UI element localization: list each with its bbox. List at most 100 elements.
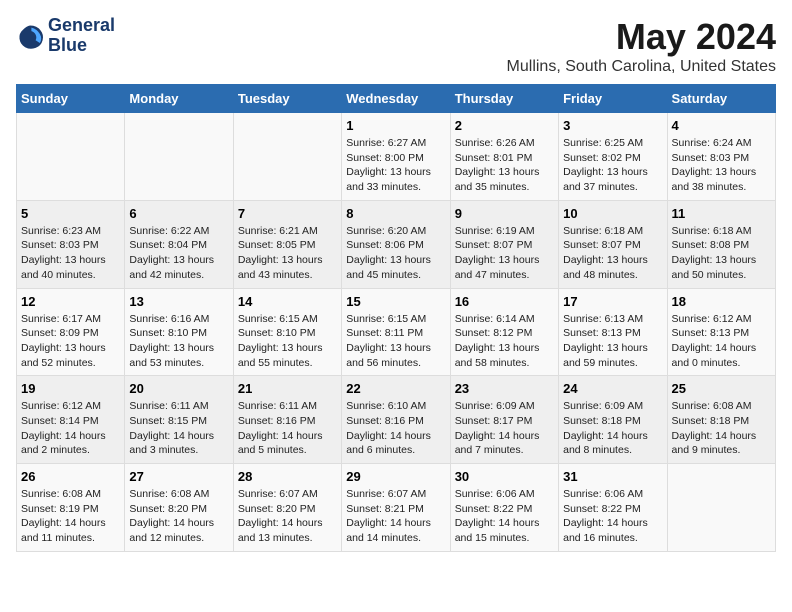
- day-info: Sunrise: 6:14 AM Sunset: 8:12 PM Dayligh…: [455, 312, 554, 371]
- calendar-cell: 24Sunrise: 6:09 AM Sunset: 8:18 PM Dayli…: [559, 376, 667, 464]
- day-number: 6: [129, 206, 228, 221]
- weekday-header-row: SundayMondayTuesdayWednesdayThursdayFrid…: [17, 85, 776, 113]
- day-info: Sunrise: 6:06 AM Sunset: 8:22 PM Dayligh…: [455, 487, 554, 546]
- logo-line2: Blue: [48, 36, 115, 56]
- day-info: Sunrise: 6:24 AM Sunset: 8:03 PM Dayligh…: [672, 136, 771, 195]
- page-header: General Blue May 2024 Mullins, South Car…: [16, 16, 776, 76]
- day-info: Sunrise: 6:08 AM Sunset: 8:19 PM Dayligh…: [21, 487, 120, 546]
- day-info: Sunrise: 6:10 AM Sunset: 8:16 PM Dayligh…: [346, 399, 445, 458]
- calendar-cell: 14 Sunrise: 6:15 AM Sunset: 8:10 PM Dayli…: [233, 288, 341, 376]
- day-info: Sunrise: 6:20 AM Sunset: 8:06 PM Dayligh…: [346, 224, 445, 283]
- calendar-cell: 1 Sunrise: 6:27 AM Sunset: 8:00 PM Daylig…: [342, 113, 450, 201]
- day-info: Sunrise: 6:25 AM Sunset: 8:02 PM Dayligh…: [563, 136, 662, 195]
- calendar-cell: 23 Sunrise: 6:09 AM Sunset: 8:17 PM Dayli…: [450, 376, 558, 464]
- calendar-cell: 6Sunrise: 6:22 AM Sunset: 8:04 PM Daylig…: [125, 200, 233, 288]
- logo: General Blue: [16, 16, 115, 56]
- calendar-cell: 5 Sunrise: 6:23 AM Sunset: 8:03 PM Daylig…: [17, 200, 125, 288]
- week-row-1: 1 Sunrise: 6:27 AM Sunset: 8:00 PM Daylig…: [17, 113, 776, 201]
- day-info: Sunrise: 6:23 AM Sunset: 8:03 PM Dayligh…: [21, 224, 120, 283]
- weekday-header-tuesday: Tuesday: [233, 85, 341, 113]
- day-number: 22: [346, 381, 445, 396]
- day-info: Sunrise: 6:08 AM Sunset: 8:20 PM Dayligh…: [129, 487, 228, 546]
- day-number: 13: [129, 294, 228, 309]
- calendar-cell: [125, 113, 233, 201]
- calendar-cell: 28 Sunrise: 6:07 AM Sunset: 8:20 PM Dayli…: [233, 464, 341, 552]
- day-info: Sunrise: 6:12 AM Sunset: 8:13 PM Dayligh…: [672, 312, 771, 371]
- day-info: Sunrise: 6:11 AM Sunset: 8:16 PM Dayligh…: [238, 399, 337, 458]
- calendar-cell: 9 Sunrise: 6:19 AM Sunset: 8:07 PM Daylig…: [450, 200, 558, 288]
- day-number: 10: [563, 206, 662, 221]
- day-number: 26: [21, 469, 120, 484]
- day-number: 18: [672, 294, 771, 309]
- calendar-table: SundayMondayTuesdayWednesdayThursdayFrid…: [16, 84, 776, 552]
- day-info: Sunrise: 6:09 AM Sunset: 8:17 PM Dayligh…: [455, 399, 554, 458]
- day-info: Sunrise: 6:16 AM Sunset: 8:10 PM Dayligh…: [129, 312, 228, 371]
- calendar-cell: 31 Sunrise: 6:06 AM Sunset: 8:22 PM Dayli…: [559, 464, 667, 552]
- day-number: 12: [21, 294, 120, 309]
- calendar-cell: 17 Sunrise: 6:13 AM Sunset: 8:13 PM Dayli…: [559, 288, 667, 376]
- weekday-header-monday: Monday: [125, 85, 233, 113]
- day-info: Sunrise: 6:18 AM Sunset: 8:08 PM Dayligh…: [672, 224, 771, 283]
- day-number: 25: [672, 381, 771, 396]
- day-number: 1: [346, 118, 445, 133]
- calendar-cell: 4 Sunrise: 6:24 AM Sunset: 8:03 PM Daylig…: [667, 113, 775, 201]
- day-info: Sunrise: 6:06 AM Sunset: 8:22 PM Dayligh…: [563, 487, 662, 546]
- day-number: 28: [238, 469, 337, 484]
- day-info: Sunrise: 6:07 AM Sunset: 8:20 PM Dayligh…: [238, 487, 337, 546]
- day-number: 23: [455, 381, 554, 396]
- day-number: 30: [455, 469, 554, 484]
- weekday-header-friday: Friday: [559, 85, 667, 113]
- day-info: Sunrise: 6:12 AM Sunset: 8:14 PM Dayligh…: [21, 399, 120, 458]
- logo-text: General Blue: [48, 16, 115, 56]
- day-number: 8: [346, 206, 445, 221]
- day-number: 17: [563, 294, 662, 309]
- calendar-cell: 18 Sunrise: 6:12 AM Sunset: 8:13 PM Dayli…: [667, 288, 775, 376]
- calendar-cell: [233, 113, 341, 201]
- calendar-cell: 22 Sunrise: 6:10 AM Sunset: 8:16 PM Dayli…: [342, 376, 450, 464]
- day-info: Sunrise: 6:08 AM Sunset: 8:18 PM Dayligh…: [672, 399, 771, 458]
- day-number: 15: [346, 294, 445, 309]
- day-number: 19: [21, 381, 120, 396]
- day-number: 11: [672, 206, 771, 221]
- calendar-cell: 3 Sunrise: 6:25 AM Sunset: 8:02 PM Daylig…: [559, 113, 667, 201]
- day-info: Sunrise: 6:11 AM Sunset: 8:15 PM Dayligh…: [129, 399, 228, 458]
- day-number: 3: [563, 118, 662, 133]
- day-number: 4: [672, 118, 771, 133]
- logo-icon: [16, 22, 44, 50]
- calendar-cell: 19 Sunrise: 6:12 AM Sunset: 8:14 PM Dayli…: [17, 376, 125, 464]
- day-info: Sunrise: 6:27 AM Sunset: 8:00 PM Dayligh…: [346, 136, 445, 195]
- day-number: 7: [238, 206, 337, 221]
- weekday-header-saturday: Saturday: [667, 85, 775, 113]
- day-info: Sunrise: 6:13 AM Sunset: 8:13 PM Dayligh…: [563, 312, 662, 371]
- week-row-5: 26 Sunrise: 6:08 AM Sunset: 8:19 PM Dayli…: [17, 464, 776, 552]
- calendar-cell: 21 Sunrise: 6:11 AM Sunset: 8:16 PM Dayli…: [233, 376, 341, 464]
- day-info: Sunrise: 6:19 AM Sunset: 8:07 PM Dayligh…: [455, 224, 554, 283]
- week-row-3: 12Sunrise: 6:17 AM Sunset: 8:09 PM Dayli…: [17, 288, 776, 376]
- calendar-cell: 27 Sunrise: 6:08 AM Sunset: 8:20 PM Dayli…: [125, 464, 233, 552]
- calendar-cell: [17, 113, 125, 201]
- calendar-cell: 7Sunrise: 6:21 AM Sunset: 8:05 PM Daylig…: [233, 200, 341, 288]
- day-info: Sunrise: 6:07 AM Sunset: 8:21 PM Dayligh…: [346, 487, 445, 546]
- calendar-cell: 29Sunrise: 6:07 AM Sunset: 8:21 PM Dayli…: [342, 464, 450, 552]
- day-number: 20: [129, 381, 228, 396]
- week-row-4: 19 Sunrise: 6:12 AM Sunset: 8:14 PM Dayli…: [17, 376, 776, 464]
- location-title: Mullins, South Carolina, United States: [507, 58, 776, 76]
- day-info: Sunrise: 6:15 AM Sunset: 8:11 PM Dayligh…: [346, 312, 445, 371]
- day-number: 5: [21, 206, 120, 221]
- day-info: Sunrise: 6:15 AM Sunset: 8:10 PM Dayligh…: [238, 312, 337, 371]
- month-title: May 2024: [507, 16, 776, 58]
- calendar-cell: 11 Sunrise: 6:18 AM Sunset: 8:08 PM Dayli…: [667, 200, 775, 288]
- weekday-header-thursday: Thursday: [450, 85, 558, 113]
- calendar-cell: 12Sunrise: 6:17 AM Sunset: 8:09 PM Dayli…: [17, 288, 125, 376]
- day-number: 14: [238, 294, 337, 309]
- day-number: 27: [129, 469, 228, 484]
- day-number: 9: [455, 206, 554, 221]
- day-number: 24: [563, 381, 662, 396]
- title-block: May 2024 Mullins, South Carolina, United…: [507, 16, 776, 76]
- day-number: 31: [563, 469, 662, 484]
- calendar-cell: 16Sunrise: 6:14 AM Sunset: 8:12 PM Dayli…: [450, 288, 558, 376]
- calendar-cell: 8 Sunrise: 6:20 AM Sunset: 8:06 PM Daylig…: [342, 200, 450, 288]
- day-number: 2: [455, 118, 554, 133]
- calendar-cell: 30 Sunrise: 6:06 AM Sunset: 8:22 PM Dayli…: [450, 464, 558, 552]
- day-number: 21: [238, 381, 337, 396]
